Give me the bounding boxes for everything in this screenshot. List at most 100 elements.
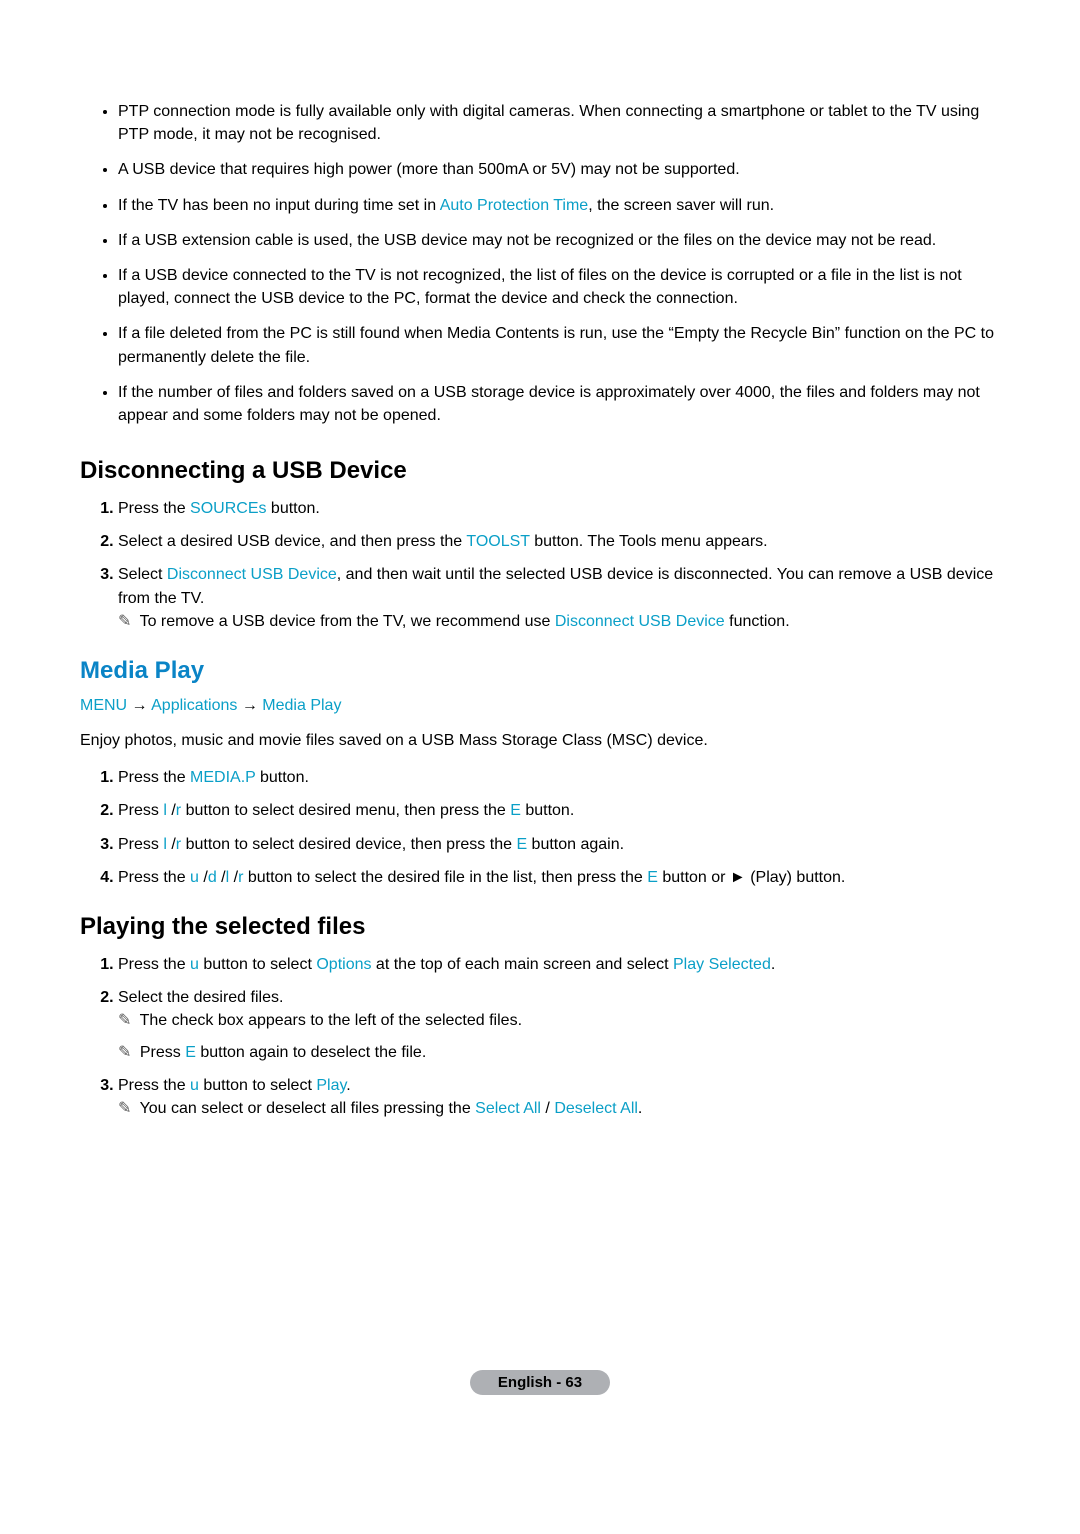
step-item: Press the u button to select Play. ✎ You…: [118, 1074, 1000, 1120]
section-title-media-play: Media Play: [80, 657, 1000, 685]
bullet-text: If the number of files and folders saved…: [118, 384, 980, 424]
highlight-term: MEDIA.P: [190, 769, 256, 786]
bullet-text: If a USB extension cable is used, the US…: [118, 232, 936, 249]
intro-text: Enjoy photos, music and movie files save…: [80, 729, 1000, 752]
breadcrumb-item: Media Play: [262, 697, 341, 714]
step-text: button to select: [199, 956, 316, 973]
breadcrumb-item: Applications: [151, 697, 237, 714]
bullet-text: If the TV has been no input during time …: [118, 197, 440, 214]
step-text: button to select: [199, 1077, 316, 1094]
step-text: button to select desired menu, then pres…: [181, 802, 510, 819]
step-text: at the top of each main screen and selec…: [371, 956, 673, 973]
step-text: button to select desired device, then pr…: [181, 836, 516, 853]
step-text: Press the: [118, 956, 190, 973]
step-text: Press the: [118, 869, 190, 886]
note-icon: ✎: [118, 1041, 131, 1064]
bullet-text: PTP connection mode is fully available o…: [118, 103, 979, 143]
note-text: To remove a USB device from the TV, we r…: [140, 613, 555, 630]
step-text: Press: [118, 836, 163, 853]
highlight-term: E: [647, 869, 658, 886]
media-play-steps: Press the MEDIA.P button. Press l /r but…: [80, 766, 1000, 889]
highlight-term: Disconnect USB Device: [555, 613, 725, 630]
highlight-term: E: [510, 802, 521, 819]
breadcrumb-arrow: →: [127, 697, 151, 714]
highlight-term: d: [208, 869, 217, 886]
bullet-text: If a USB device connected to the TV is n…: [118, 267, 962, 307]
highlight-term: SOURCEs: [190, 500, 266, 517]
bullet-item: If a file deleted from the PC is still f…: [118, 322, 1000, 368]
note-text: .: [638, 1100, 642, 1117]
step-item: Press the SOURCEs button.: [118, 497, 1000, 520]
step-item: Press the MEDIA.P button.: [118, 766, 1000, 789]
step-text: /: [229, 869, 238, 886]
breadcrumb: MENU → Applications → Media Play: [80, 697, 1000, 715]
step-text: Select a desired USB device, and then pr…: [118, 533, 466, 550]
note-text: button again to deselect the file.: [196, 1044, 426, 1061]
step-text: Press the: [118, 769, 190, 786]
highlight-term: TOOLST: [466, 533, 529, 550]
highlight-term: Select All: [475, 1100, 541, 1117]
bullet-text: , the screen saver will run.: [588, 197, 774, 214]
highlight-term: u: [190, 1077, 199, 1094]
step-text: button again.: [527, 836, 624, 853]
step-text: button. The Tools menu appears.: [530, 533, 768, 550]
note-icon: ✎: [118, 1009, 131, 1032]
step-text: button.: [266, 500, 319, 517]
step-item: Press the u button to select Options at …: [118, 953, 1000, 976]
section-title-disconnect: Disconnecting a USB Device: [80, 457, 1000, 485]
step-text: /: [167, 802, 176, 819]
step-text: Press the: [118, 500, 190, 517]
breadcrumb-item: MENU: [80, 697, 127, 714]
note-line: ✎ The check box appears to the left of t…: [118, 1009, 1000, 1032]
step-text: .: [346, 1077, 350, 1094]
step-item: Select a desired USB device, and then pr…: [118, 530, 1000, 553]
note-text: /: [541, 1100, 554, 1117]
note-text: You can select or deselect all files pre…: [140, 1100, 476, 1117]
disconnect-steps: Press the SOURCEs button. Select a desir…: [80, 497, 1000, 633]
step-item: Press l /r button to select desired menu…: [118, 799, 1000, 822]
step-text: /: [199, 869, 208, 886]
note-text: function.: [725, 613, 790, 630]
step-text: Press: [118, 802, 163, 819]
step-item: Press l /r button to select desired devi…: [118, 833, 1000, 856]
note-text: Press: [140, 1044, 185, 1061]
step-text: button or ► (Play) button.: [658, 869, 845, 886]
note-icon: ✎: [118, 610, 131, 633]
document-page: PTP connection mode is fully available o…: [0, 0, 1080, 1435]
step-item: Select the desired files. ✎ The check bo…: [118, 986, 1000, 1064]
note-line: ✎ Press E button again to deselect the f…: [118, 1041, 1000, 1064]
step-item: Select Disconnect USB Device, and then w…: [118, 563, 1000, 633]
highlight-term: Disconnect USB Device: [167, 566, 337, 583]
section-title-playing: Playing the selected files: [80, 913, 1000, 941]
step-text: button.: [521, 802, 574, 819]
page-footer: English - 63: [80, 1370, 1000, 1395]
bullet-item: PTP connection mode is fully available o…: [118, 100, 1000, 146]
top-bullet-list: PTP connection mode is fully available o…: [80, 100, 1000, 427]
bullet-item: A USB device that requires high power (m…: [118, 158, 1000, 181]
note-icon: ✎: [118, 1097, 131, 1120]
breadcrumb-arrow: →: [237, 697, 262, 714]
step-text: Select: [118, 566, 167, 583]
highlight-term: Options: [316, 956, 371, 973]
note-line: ✎ You can select or deselect all files p…: [118, 1097, 1000, 1120]
highlight-term: E: [516, 836, 527, 853]
step-text: /: [217, 869, 226, 886]
highlight-term: Deselect All: [554, 1100, 638, 1117]
bullet-item: If a USB extension cable is used, the US…: [118, 229, 1000, 252]
note-text: The check box appears to the left of the…: [140, 1012, 522, 1029]
bullet-item: If a USB device connected to the TV is n…: [118, 264, 1000, 310]
note-line: ✎ To remove a USB device from the TV, we…: [118, 610, 1000, 633]
bullet-text: A USB device that requires high power (m…: [118, 161, 740, 178]
step-text: .: [771, 956, 775, 973]
step-text: /: [167, 836, 176, 853]
highlight-term: u: [190, 869, 199, 886]
bullet-item: If the number of files and folders saved…: [118, 381, 1000, 427]
playing-steps: Press the u button to select Options at …: [80, 953, 1000, 1120]
step-text: button.: [256, 769, 309, 786]
highlight-term: u: [190, 956, 199, 973]
step-text: button to select the desired file in the…: [243, 869, 647, 886]
highlight-term: Play: [316, 1077, 346, 1094]
step-text: Press the: [118, 1077, 190, 1094]
highlight-term: Auto Protection Time: [440, 197, 589, 214]
bullet-item: If the TV has been no input during time …: [118, 194, 1000, 217]
